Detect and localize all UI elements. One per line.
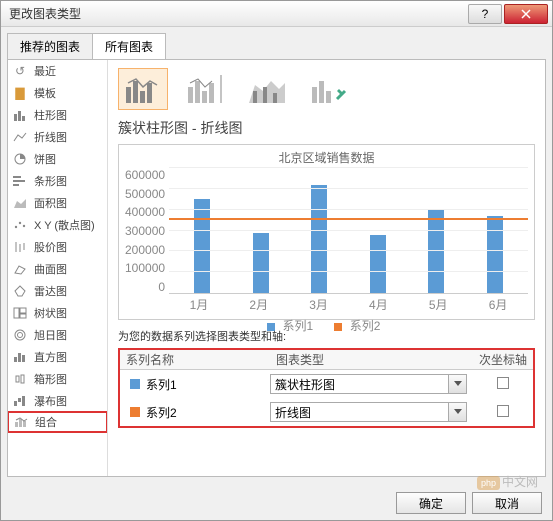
series-type-select-1[interactable]: 簇状柱形图: [270, 374, 449, 394]
series-swatch-1: [130, 379, 140, 389]
preview-title: 北京区域销售数据: [125, 149, 528, 166]
secondary-axis-checkbox-2[interactable]: [497, 405, 509, 417]
subtype-title: 簇状柱形图 - 折线图: [118, 118, 535, 138]
sidebar-item-treemap[interactable]: 树状图: [8, 302, 107, 324]
tab-body: ↺最近 ▇模板 柱形图 折线图 饼图 条形图 面积图 X Y (散点图) 股价图…: [7, 59, 546, 477]
folder-icon: ▇: [12, 86, 28, 100]
series-type-dropdown-2[interactable]: [449, 402, 467, 422]
sidebar-item-pie[interactable]: 饼图: [8, 148, 107, 170]
watermark: php中文网: [477, 473, 538, 490]
main-panel: 簇状柱形图 - 折线图 北京区域销售数据 6000005000004000003…: [108, 60, 545, 476]
secondary-axis-checkbox-1[interactable]: [497, 377, 509, 389]
sidebar-item-recent[interactable]: ↺最近: [8, 60, 107, 82]
chart-category-sidebar: ↺最近 ▇模板 柱形图 折线图 饼图 条形图 面积图 X Y (散点图) 股价图…: [8, 60, 108, 476]
series-name-1: 系列1: [146, 376, 177, 393]
sidebar-item-bar[interactable]: 条形图: [8, 170, 107, 192]
series-type-select-2[interactable]: 折线图: [270, 402, 449, 422]
series-type-dropdown-1[interactable]: [449, 374, 467, 394]
tab-all-charts[interactable]: 所有图表: [92, 33, 166, 59]
series-table-header: 系列名称 图表类型 次坐标轴: [120, 350, 533, 370]
area-chart-icon: [12, 196, 28, 210]
treemap-icon: [12, 306, 28, 320]
combo-subtype-row: [118, 68, 535, 110]
boxplot-icon: [12, 372, 28, 386]
sidebar-item-stock[interactable]: 股价图: [8, 236, 107, 258]
series-name-2: 系列2: [146, 404, 177, 421]
scatter-chart-icon: [12, 218, 28, 232]
titlebar: 更改图表类型 ?: [1, 1, 552, 27]
sidebar-item-scatter[interactable]: X Y (散点图): [8, 214, 107, 236]
radar-chart-icon: [12, 284, 28, 298]
waterfall-icon: [12, 394, 28, 408]
stock-chart-icon: [12, 240, 28, 254]
series-row-2: 系列2 折线图: [120, 398, 533, 426]
chart-preview[interactable]: 北京区域销售数据 6000005000004000003000002000001…: [118, 144, 535, 320]
ok-button[interactable]: 确定: [396, 492, 466, 514]
sidebar-item-area[interactable]: 面积图: [8, 192, 107, 214]
preview-chart: 6000005000004000003000002000001000000: [125, 168, 528, 294]
combo-chart-icon: [13, 415, 29, 429]
sunburst-icon: [12, 328, 28, 342]
legend-swatch-2: [334, 323, 342, 331]
sidebar-item-combo[interactable]: 组合: [8, 411, 108, 433]
preview-x-axis: 1月2月3月4月5月6月: [125, 296, 528, 313]
line-chart-icon: [12, 130, 28, 144]
sidebar-item-histogram[interactable]: 直方图: [8, 346, 107, 368]
close-button[interactable]: [504, 4, 548, 24]
recent-icon: ↺: [12, 64, 28, 78]
series-swatch-2: [130, 407, 140, 417]
sidebar-item-column[interactable]: 柱形图: [8, 104, 107, 126]
cancel-button[interactable]: 取消: [472, 492, 542, 514]
sidebar-item-waterfall[interactable]: 瀑布图: [8, 390, 107, 412]
window-buttons: ?: [468, 4, 548, 24]
header-chart-type: 图表类型: [270, 351, 473, 368]
header-series-name: 系列名称: [120, 351, 270, 368]
sidebar-item-line[interactable]: 折线图: [8, 126, 107, 148]
sidebar-item-surface[interactable]: 曲面图: [8, 258, 107, 280]
help-icon: ?: [482, 7, 489, 21]
column-chart-icon: [12, 108, 28, 122]
preview-bars: [169, 168, 528, 293]
bar-chart-icon: [12, 174, 28, 188]
series-table: 系列名称 图表类型 次坐标轴 系列1 簇状柱形图 系列2 折线图: [118, 348, 535, 428]
histogram-icon: [12, 350, 28, 364]
surface-chart-icon: [12, 262, 28, 276]
tab-strip: 推荐的图表 所有图表: [1, 27, 552, 59]
sidebar-item-templates[interactable]: ▇模板: [8, 82, 107, 104]
preview-plot-area: [169, 168, 528, 294]
subtype-custom-combo[interactable]: [304, 68, 354, 110]
dialog-footer: 确定 取消: [396, 492, 542, 514]
chevron-down-icon: [454, 409, 462, 415]
window-title: 更改图表类型: [5, 5, 468, 22]
subtype-clustered-column-line-secondary[interactable]: [180, 68, 230, 110]
sidebar-item-radar[interactable]: 雷达图: [8, 280, 107, 302]
subtype-stacked-area-column[interactable]: [242, 68, 292, 110]
chevron-down-icon: [454, 381, 462, 387]
sidebar-item-sunburst[interactable]: 旭日图: [8, 324, 107, 346]
preview-y-axis: 6000005000004000003000002000001000000: [125, 168, 169, 294]
subtype-clustered-column-line[interactable]: [118, 68, 168, 110]
close-icon: [521, 9, 531, 19]
pie-chart-icon: [12, 152, 28, 166]
header-secondary-axis: 次坐标轴: [473, 351, 533, 368]
tab-recommended[interactable]: 推荐的图表: [7, 33, 93, 59]
help-button[interactable]: ?: [468, 4, 502, 24]
sidebar-item-boxplot[interactable]: 箱形图: [8, 368, 107, 390]
series-row-1: 系列1 簇状柱形图: [120, 370, 533, 398]
dialog-change-chart-type: 更改图表类型 ? 推荐的图表 所有图表 ↺最近 ▇模板 柱形图 折线图 饼图 条…: [0, 0, 553, 521]
